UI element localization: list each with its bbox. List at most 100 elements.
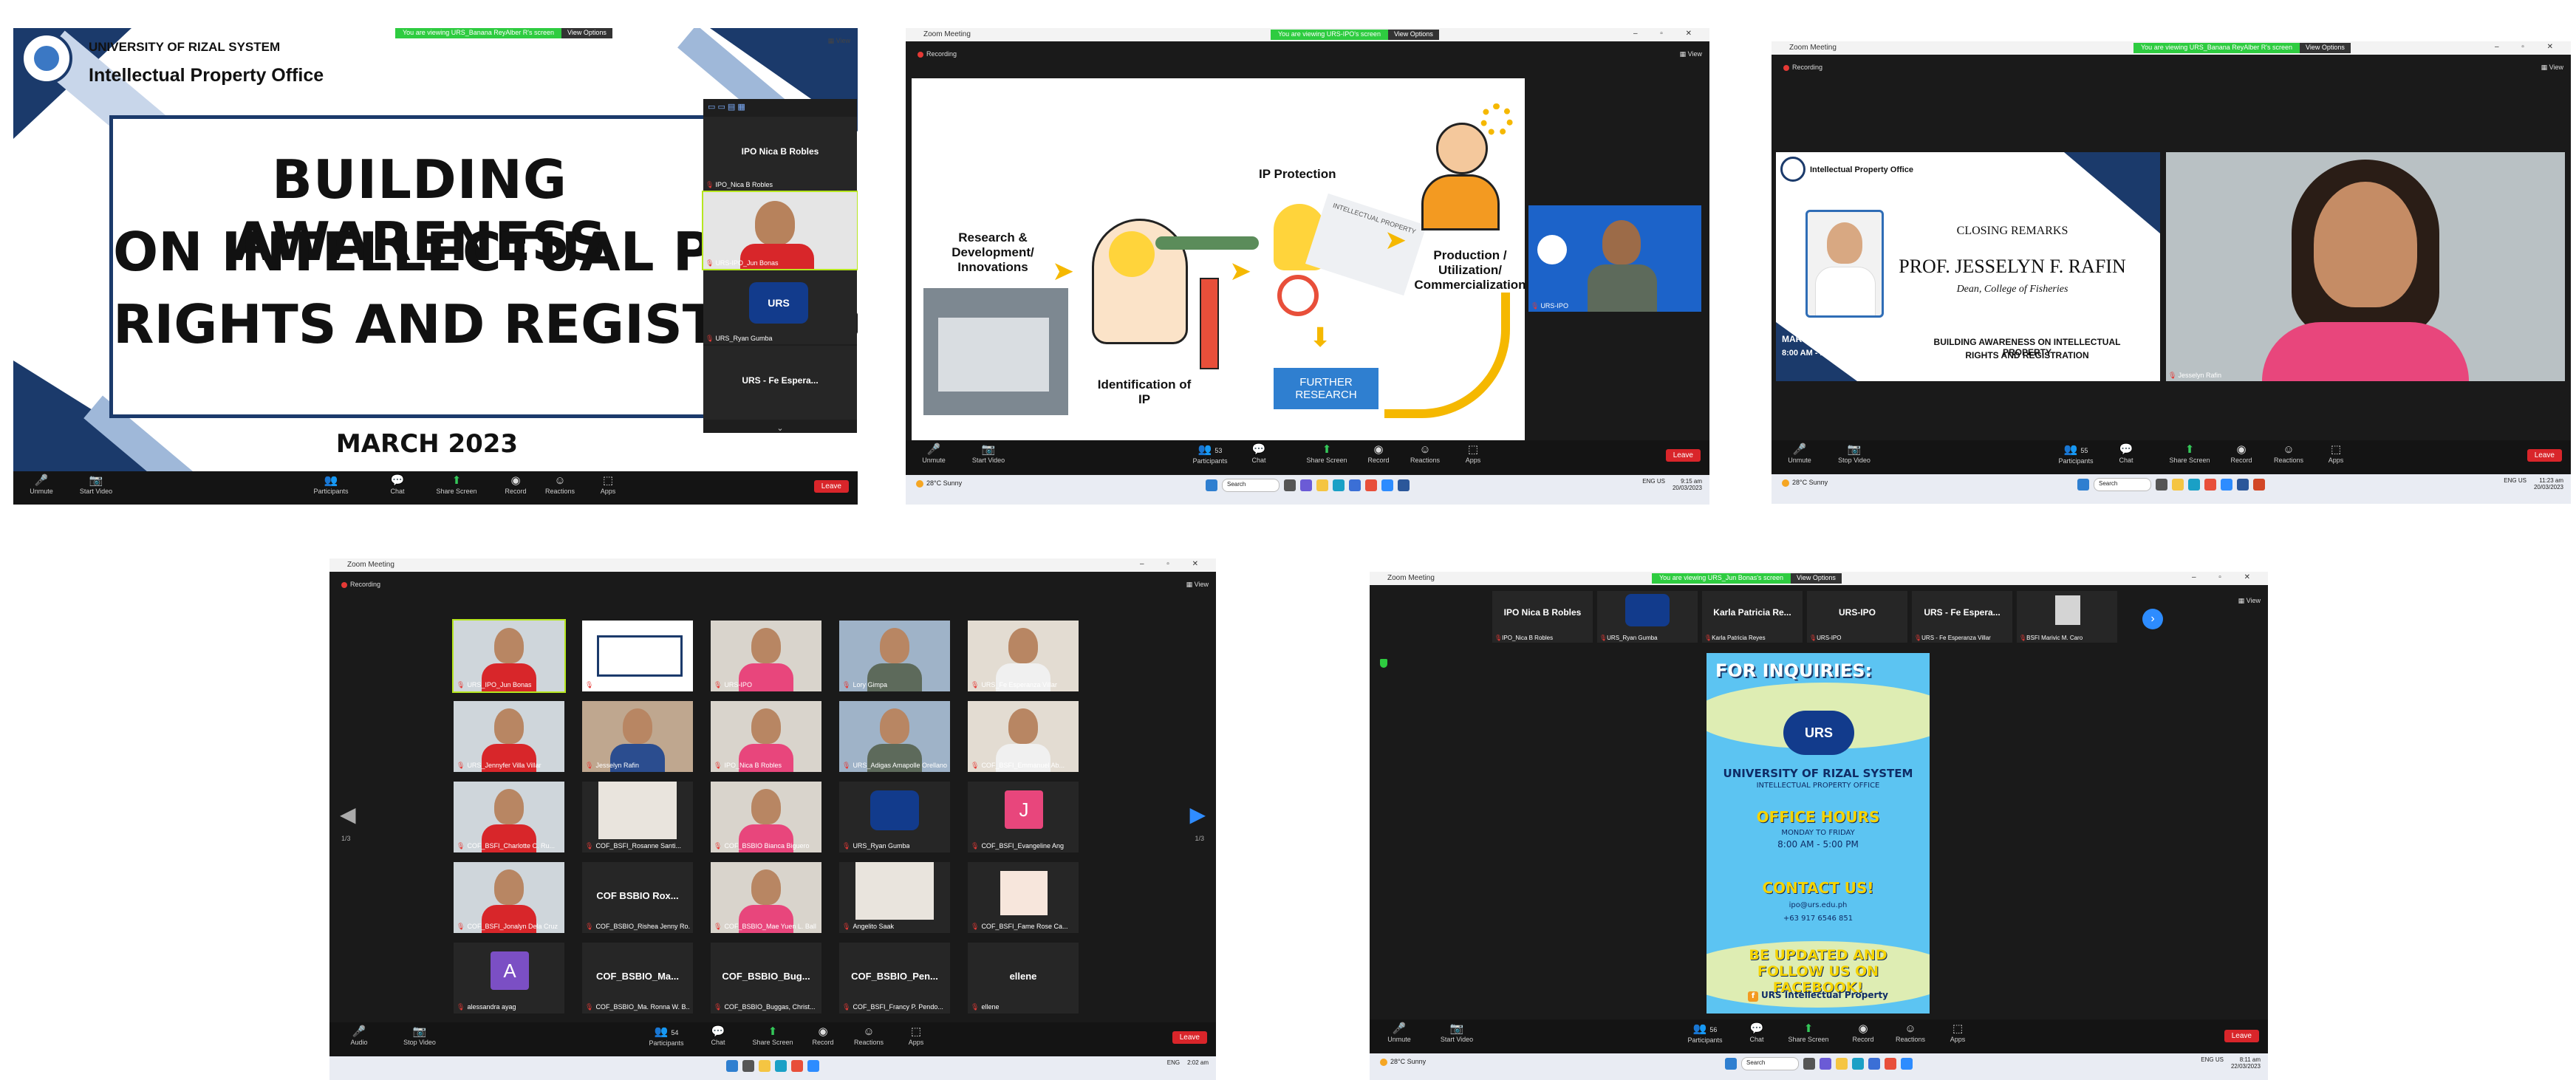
start-icon[interactable]	[1725, 1058, 1737, 1070]
chrome-icon[interactable]	[1365, 479, 1377, 491]
start-video-button[interactable]: 📷 Start Video	[1431, 1022, 1483, 1043]
gallery-tile[interactable]: 🎙 IPO_Nica B Robles	[711, 701, 821, 772]
gallery-tile[interactable]: 🎙 URS_Banana ReyAlber R	[582, 621, 693, 691]
chat-button[interactable]: 💬 Chat	[1233, 443, 1285, 464]
taskbar-search[interactable]: Search	[1741, 1057, 1799, 1070]
unmute-button[interactable]: 🎤 Unmute	[1373, 1022, 1425, 1043]
strip-tile[interactable]: 🎙BSFI Marivic M. Caro	[2017, 591, 2117, 643]
apps-button[interactable]: ⬚ Apps	[1447, 443, 1499, 464]
zoom-app-icon[interactable]	[2221, 479, 2232, 491]
file-explorer-icon[interactable]	[2172, 479, 2184, 491]
previous-page-icon[interactable]: ◀	[340, 802, 356, 827]
weather-widget[interactable]: 28°C Sunny	[916, 479, 962, 488]
store-icon[interactable]	[1349, 479, 1361, 491]
participants-button[interactable]: 👥 Participants	[305, 474, 357, 495]
start-icon[interactable]	[2077, 479, 2089, 491]
gallery-tile[interactable]: 🎙 COF_BSBIO Bianca Biguero	[711, 782, 821, 852]
file-explorer-icon[interactable]	[1316, 479, 1328, 491]
unmute-button[interactable]: 🎤 Unmute	[908, 443, 960, 464]
gallery-tile[interactable]: 🎙 URS_Jennyfer Villa Villar	[454, 701, 564, 772]
leave-button[interactable]: Leave	[1172, 1031, 1207, 1044]
language-indicator[interactable]: ENG US	[2504, 477, 2527, 491]
weather-widget[interactable]: 28°C Sunny	[1782, 479, 1828, 487]
task-view-icon[interactable]	[1803, 1058, 1815, 1070]
gallery-tile[interactable]: 🎙 URS_Ryan Gumba	[839, 782, 950, 852]
strip-tile[interactable]: URS - Fe Espera... 🎙URS - Fe Esperanza Vi…	[1912, 591, 2012, 643]
chat-button[interactable]: 💬 Chat	[372, 474, 423, 495]
gallery-tile[interactable]: COF_BSBIO_Ma... 🎙 COF_BSBIO_Ma. Ronna W. B…	[582, 943, 693, 1014]
view-button[interactable]: ▦ View	[2238, 597, 2261, 605]
reactions-button[interactable]: ☺ Reactions	[1399, 443, 1451, 464]
language-indicator[interactable]: ENG US	[2201, 1056, 2224, 1070]
participants-button[interactable]: 👥 53 Participants	[1184, 443, 1236, 465]
gallery-tile[interactable]: 🎙 URS_Fe Esperanza Villar	[968, 621, 1079, 691]
record-button[interactable]: ◉ Record	[1837, 1022, 1889, 1043]
speaker-tile[interactable]: 🎙 URS-IPO	[1528, 205, 1701, 312]
panel-tile-4[interactable]: URS - Fe Espera...	[703, 346, 857, 420]
taskbar-search[interactable]: Search	[2094, 478, 2151, 491]
apps-button[interactable]: ⬚ Apps	[582, 474, 634, 495]
leave-button[interactable]: Leave	[2527, 449, 2562, 462]
chat-button[interactable]: 💬 Chat	[2100, 443, 2152, 464]
share-banner[interactable]: You are viewing URS_Jun Bonas's screen V…	[1652, 573, 1842, 584]
edge-icon[interactable]	[1852, 1058, 1864, 1070]
participants-button[interactable]: 👥 54 Participants	[640, 1025, 692, 1047]
next-page-icon[interactable]: ▶	[1189, 802, 1206, 827]
chat-app-icon[interactable]	[1820, 1058, 1831, 1070]
stop-video-button[interactable]: 📷 Stop Video	[1828, 443, 1880, 464]
word-icon[interactable]	[1398, 479, 1410, 491]
unmute-button[interactable]: 🎤 Unmute	[16, 474, 67, 495]
gallery-tile[interactable]: COF_BSBIO_Pen... 🎙 COF_BSFI_Francy P. Pend…	[839, 943, 950, 1014]
speaker-video[interactable]: 🎙 Jesselyn Rafin	[2166, 152, 2565, 381]
reactions-button[interactable]: ☺ Reactions	[843, 1025, 895, 1046]
reactions-button[interactable]: ☺ Reactions	[2263, 443, 2314, 464]
gallery-tile[interactable]: 🎙 Jesselyn Rafin	[582, 701, 693, 772]
chat-app-icon[interactable]	[1300, 479, 1312, 491]
gallery-tile[interactable]: J 🎙 COF_BSFI_Evangeline Ang	[968, 782, 1079, 852]
file-explorer-icon[interactable]	[759, 1060, 771, 1072]
edge-icon[interactable]	[775, 1060, 787, 1072]
chat-button[interactable]: 💬 Chat	[1731, 1022, 1783, 1043]
gallery-tile[interactable]: A 🎙 alessandra ayag	[454, 943, 564, 1014]
strip-tile[interactable]: URS-IPO 🎙URS-IPO	[1807, 591, 1907, 643]
powerpoint-icon[interactable]	[2253, 479, 2265, 491]
panel-tile-1[interactable]: IPO Nica B Robles 🎙 IPO_Nica B Robles	[703, 117, 857, 191]
language-indicator[interactable]: ENG US	[1642, 478, 1665, 491]
leave-button[interactable]: Leave	[2224, 1030, 2259, 1042]
strip-tile[interactable]: 🎙URS_Ryan Gumba	[1597, 591, 1698, 643]
gallery-tile[interactable]: COF BSBIO Rox... 🎙 COF_BSBIO_Rishea Jenny …	[582, 862, 693, 933]
leave-button[interactable]: Leave	[813, 480, 849, 493]
start-icon[interactable]	[726, 1060, 738, 1072]
share-screen-button[interactable]: ⬆ Share Screen	[1783, 1022, 1834, 1043]
weather-widget[interactable]: 28°C Sunny	[1380, 1058, 1426, 1066]
edge-icon[interactable]	[2188, 479, 2200, 491]
record-button[interactable]: ◉ Record	[2215, 443, 2267, 464]
apps-button[interactable]: ⬚ Apps	[2310, 443, 2362, 464]
view-button[interactable]: ▦ View	[1680, 50, 1702, 58]
start-video-button[interactable]: 📷 Start Video	[70, 474, 122, 495]
clock-time[interactable]: 2:02 am	[1187, 1059, 1209, 1066]
gallery-tile[interactable]: ellene 🎙 ellene	[968, 943, 1079, 1014]
gallery-tile[interactable]: COF_BSBIO_Bug... 🎙 COF_BSBIO_Buggas, Chris…	[711, 943, 821, 1014]
clock[interactable]: 11:23 am 20/03/2023	[2534, 477, 2563, 491]
unmute-button[interactable]: 🎤 Unmute	[1774, 443, 1825, 464]
gallery-tile[interactable]: 🎙 URS-IPO	[711, 621, 821, 691]
taskbar-search[interactable]: Search	[1222, 479, 1280, 492]
task-view-icon[interactable]	[1284, 479, 1296, 491]
edge-icon[interactable]	[1333, 479, 1345, 491]
chrome-icon[interactable]	[791, 1060, 803, 1072]
share-screen-button[interactable]: ⬆ Share Screen	[2164, 443, 2215, 464]
chrome-icon[interactable]	[2204, 479, 2216, 491]
zoom-app-icon[interactable]	[807, 1060, 819, 1072]
participants-button[interactable]: 👥 56 Participants	[1679, 1022, 1731, 1044]
apps-button[interactable]: ⬚ Apps	[1932, 1022, 1984, 1043]
clock[interactable]: 8:11 am 22/03/2023	[2231, 1056, 2261, 1070]
start-video-button[interactable]: 📷 Start Video	[963, 443, 1014, 464]
view-button[interactable]: ▦ View	[1186, 581, 1209, 589]
participants-button[interactable]: 👥 55 Participants	[2050, 443, 2102, 465]
apps-button[interactable]: ⬚ Apps	[890, 1025, 942, 1046]
store-icon[interactable]	[1868, 1058, 1880, 1070]
panel-tile-3[interactable]: URS 🎙 URS_Ryan Gumba	[703, 270, 857, 344]
share-banner[interactable]: You are viewing URS_Banana ReyAlber R's …	[2133, 43, 2351, 53]
view-options-button[interactable]: View Options	[2300, 43, 2351, 53]
